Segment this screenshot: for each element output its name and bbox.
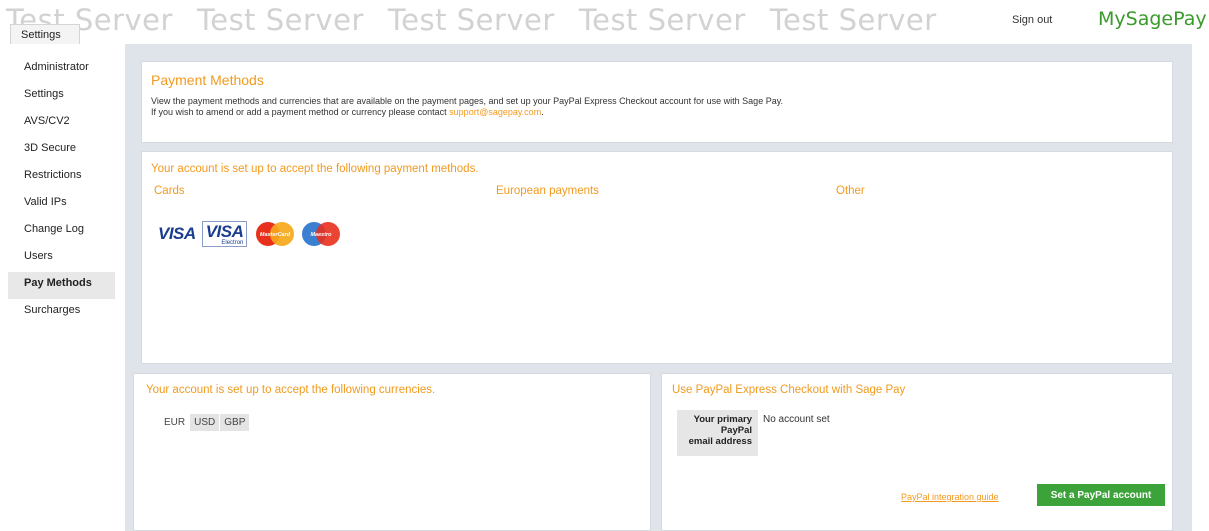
visa-logo: VISA xyxy=(158,224,196,243)
watermark-text: Test Server xyxy=(196,3,364,37)
cards-column-heading: Cards xyxy=(154,185,185,197)
watermark-text: Test Server xyxy=(769,3,937,37)
sidebar-item-valid-ips[interactable]: Valid IPs xyxy=(8,191,125,218)
payment-methods-panel: Your account is set up to accept the fol… xyxy=(141,151,1173,364)
description-line-2: If you wish to amend or add a payment me… xyxy=(151,107,1172,118)
card-logos: VISA VISA Electron MasterCard Maestro xyxy=(158,218,345,250)
support-email-link[interactable]: support@sagepay.com xyxy=(449,107,541,117)
currency-list: EUR USD GBP xyxy=(160,414,650,431)
page-description: View the payment methods and currencies … xyxy=(151,96,1172,118)
sidebar-item-3d-secure[interactable]: 3D Secure xyxy=(8,137,125,164)
sidebar-item-surcharges[interactable]: Surcharges xyxy=(8,299,125,326)
payment-method-columns: Cards European payments Other xyxy=(151,185,1172,215)
currency-eur: EUR xyxy=(164,417,186,428)
tab-settings[interactable]: Settings xyxy=(10,24,80,44)
visa-electron-sub: Electron xyxy=(221,240,244,246)
sidebar-item-change-log[interactable]: Change Log xyxy=(8,218,125,245)
maestro-logo-text: Maestro xyxy=(311,232,333,238)
currencies-panel: Your account is set up to accept the fol… xyxy=(133,373,651,531)
mysagepay-logo: MySagePay xyxy=(1098,8,1207,30)
sidebar-item-pay-methods[interactable]: Pay Methods xyxy=(8,272,115,299)
currencies-heading: Your account is set up to accept the fol… xyxy=(146,384,436,396)
paypal-heading: Use PayPal Express Checkout with Sage Pa… xyxy=(672,384,906,396)
tab-settings-label: Settings xyxy=(21,29,61,41)
sidebar-menu: Administrator Settings AVS/CV2 3D Secure… xyxy=(8,44,125,326)
other-column-heading: Other xyxy=(836,185,865,197)
description-suffix: . xyxy=(541,107,544,117)
sidebar-item-avs-cv2[interactable]: AVS/CV2 xyxy=(8,110,125,137)
test-server-watermark: Test Server Test Server Test Server Test Se… xyxy=(0,0,960,44)
currency-gbp: GBP xyxy=(220,414,250,431)
settings-sidebar: Administrator Settings AVS/CV2 3D Secure… xyxy=(8,44,126,531)
sign-out-link[interactable]: Sign out xyxy=(1012,14,1052,26)
sidebar-item-users[interactable]: Users xyxy=(8,245,125,272)
description-line-1: View the payment methods and currencies … xyxy=(151,96,784,106)
paypal-label-line-1: Your primary xyxy=(693,414,752,425)
sidebar-item-restrictions[interactable]: Restrictions xyxy=(8,164,125,191)
maestro-logo: Maestro xyxy=(302,222,341,246)
watermark-text: Test Server xyxy=(387,3,555,37)
paypal-email-label: Your primary PayPal email address xyxy=(677,410,758,456)
page-title: Payment Methods xyxy=(151,72,264,88)
set-paypal-account-button[interactable]: Set a PayPal account xyxy=(1037,484,1165,506)
european-payments-column-heading: European payments xyxy=(496,185,599,197)
paypal-email-value: No account set xyxy=(763,414,830,425)
paypal-integration-guide-link[interactable]: PayPal integration guide xyxy=(901,492,999,502)
payment-methods-intro-panel: Payment Methods View the payment methods… xyxy=(141,61,1173,143)
sidebar-item-administrator[interactable]: Administrator xyxy=(8,56,125,83)
paypal-label-line-3: email address xyxy=(688,436,752,447)
mastercard-logo-text: MasterCard xyxy=(260,232,291,238)
paypal-panel: Use PayPal Express Checkout with Sage Pa… xyxy=(661,373,1173,531)
sidebar-item-settings[interactable]: Settings xyxy=(8,83,125,110)
payment-methods-heading: Your account is set up to accept the fol… xyxy=(151,163,479,175)
watermark-text: Test Server xyxy=(578,3,746,37)
mastercard-logo: MasterCard xyxy=(256,222,295,246)
description-prefix: If you wish to amend or add a payment me… xyxy=(151,107,450,117)
visa-electron-mark: VISA xyxy=(205,222,244,241)
visa-electron-logo: VISA Electron xyxy=(201,221,248,247)
currency-usd: USD xyxy=(190,414,220,431)
paypal-label-line-2: PayPal xyxy=(720,425,752,436)
